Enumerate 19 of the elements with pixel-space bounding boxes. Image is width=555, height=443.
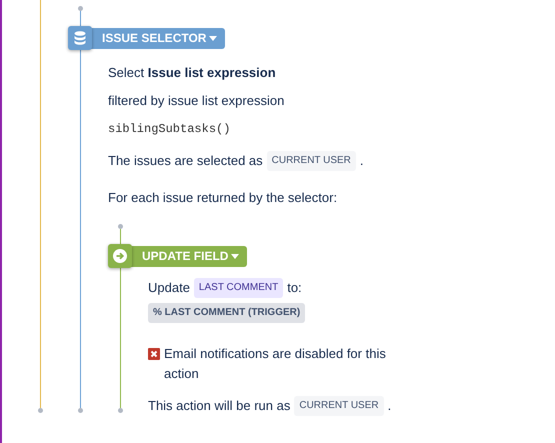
period-text: . <box>360 153 364 169</box>
user-lozenge: CURRENT USER <box>266 151 356 171</box>
caret-icon <box>209 36 218 40</box>
email-notice: Email notifications are disabled for this action <box>164 345 387 383</box>
value-lozenge: % LAST COMMENT (TRIGGER) <box>148 303 306 323</box>
period-text: . <box>388 398 392 414</box>
selector-description: Select Issue list expression <box>108 65 277 81</box>
expression-code: siblingSubtasks() <box>108 122 232 136</box>
user-lozenge: CURRENT USER <box>294 396 384 416</box>
update-text: Update <box>148 280 190 296</box>
filter-text: filtered by issue list expression <box>108 93 286 109</box>
run-as-text: This action will be run as <box>148 398 290 414</box>
update-field-button[interactable]: UPDATE FIELD <box>130 246 248 266</box>
loop-text: For each issue returned by the selector: <box>108 190 338 206</box>
to-text: to: <box>287 280 302 296</box>
caret-icon <box>231 254 240 258</box>
issue-selector-button[interactable]: ISSUE SELECTOR <box>90 28 226 48</box>
run-as-text: The issues are selected as <box>108 153 263 169</box>
field-lozenge: LAST COMMENT <box>194 278 284 298</box>
